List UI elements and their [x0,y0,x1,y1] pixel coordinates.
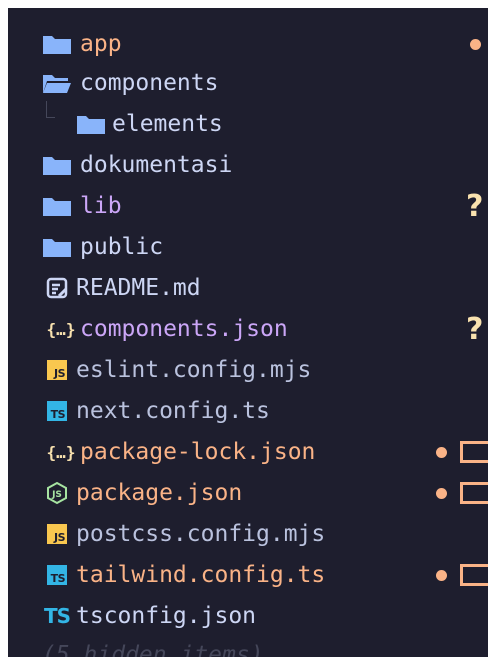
tree-item-label: public [80,234,164,260]
tree-item-postcss-config[interactable]: JS postcss.config.mjs [8,514,488,555]
javascript-icon: JS [42,522,72,546]
tsconfig-icon-text: TS [43,603,71,628]
tree-item-eslint-config[interactable]: JS eslint.config.mjs [8,350,488,391]
javascript-icon: JS [42,358,72,382]
tree-item-tailwind-config[interactable]: TS tailwind.config.ts [8,555,488,596]
typescript-icon-text: TS [47,565,67,585]
tree-item-label: tsconfig.json [76,603,257,629]
tree-item-label: elements [112,111,223,137]
tree-item-label: package.json [76,480,243,506]
tree-item-label: eslint.config.mjs [76,357,312,383]
folder-icon [42,194,72,218]
git-status-box [460,564,488,586]
typescript-icon-text: TS [47,401,67,421]
json-icon: {…} [42,440,80,464]
json-icon: {…} [42,317,80,341]
git-untracked-badge: ? [466,312,484,347]
file-explorer: app components elements dokumentasi lib … [8,8,488,657]
readme-icon [42,276,72,300]
git-modified-dot [470,39,481,50]
folder-open-icon [42,71,72,95]
javascript-icon-text: JS [47,360,67,380]
git-modified-dot [436,447,447,458]
javascript-icon-text: JS [47,524,67,544]
git-untracked-badge: ? [466,189,484,224]
folder-icon [42,32,72,56]
tree-item-label: dokumentasi [80,152,233,178]
git-status-box [460,482,488,504]
folder-icon [42,153,72,177]
tree-item-label: next.config.ts [76,398,270,424]
git-modified-dot [436,488,447,499]
hidden-items-label: (5 hidden items) [42,642,264,657]
tree-item-package-json[interactable]: JS package.json [8,473,488,514]
tree-item-label: app [80,31,122,57]
folder-icon [76,112,106,136]
tree-item-next-config[interactable]: TS next.config.ts [8,391,488,432]
tree-item-readme[interactable]: README.md [8,268,488,309]
typescript-icon: TS [42,399,72,423]
git-status-box [460,441,488,463]
json-glyph: {…} [46,442,76,462]
tree-item-package-lock[interactable]: {…} package-lock.json [8,432,488,473]
tree-item-public[interactable]: public [8,227,488,268]
tree-item-components-json[interactable]: {…} components.json ? [8,309,488,350]
tree-item-label: components.json [80,316,288,342]
tree-item-elements[interactable]: elements [8,104,488,145]
tree-item-dokumentasi[interactable]: dokumentasi [8,145,488,186]
tree-item-label: README.md [76,275,201,301]
typescript-icon: TS [42,563,72,587]
tree-item-components[interactable]: components [8,63,488,104]
tree-item-label: lib [80,193,122,219]
folder-icon [42,235,72,259]
svg-text:JS: JS [51,490,62,500]
json-glyph: {…} [46,319,76,339]
tree-item-label: components [80,70,219,96]
tsconfig-icon: TS [40,604,74,628]
tree-item-lib[interactable]: lib ? [8,186,488,227]
tree-item-label: package-lock.json [80,439,316,465]
hidden-items-row[interactable]: (5 hidden items) [8,635,488,657]
git-modified-dot [436,570,447,581]
tree-item-label: tailwind.config.ts [76,562,326,588]
tree-item-app[interactable]: app [8,24,488,65]
nodejs-icon: JS [42,481,72,505]
tree-item-tsconfig[interactable]: TS tsconfig.json [8,596,488,637]
tree-item-label: postcss.config.mjs [76,521,326,547]
